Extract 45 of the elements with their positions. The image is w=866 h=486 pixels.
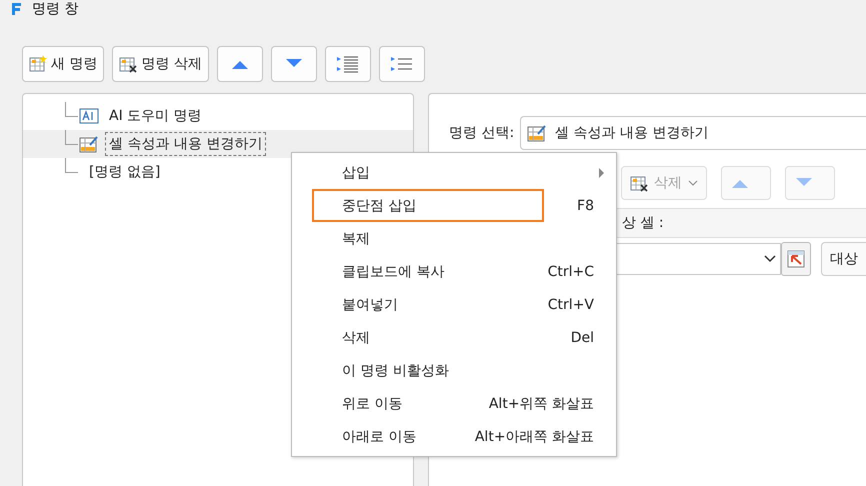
list-icon — [390, 55, 414, 73]
tree-connector — [65, 158, 78, 173]
tree-item[interactable]: AI 도우미 명령 — [23, 102, 413, 130]
new-command-button[interactable]: 새 명령 — [22, 46, 104, 82]
command-select-label: 명령 선택: — [449, 124, 514, 142]
menu-item[interactable]: 이 명령 비활성화 — [292, 354, 616, 387]
move-down-icon — [284, 59, 304, 69]
move-up-button[interactable] — [216, 46, 263, 82]
tree-connector — [65, 130, 78, 145]
edit-table-icon — [527, 124, 548, 142]
command-select-field[interactable]: 셀 속성과 내용 변경하기 — [520, 116, 866, 150]
tree-item-label: 셀 속성과 내용 변경하기 — [105, 132, 266, 156]
new-table-icon — [29, 55, 47, 73]
chevron-icon — [688, 180, 698, 186]
delete-table-icon — [630, 174, 648, 192]
cell-picker-icon — [787, 250, 805, 268]
app-logo-icon — [10, 3, 22, 15]
indent-button[interactable] — [324, 46, 371, 82]
menu-item[interactable]: 붙여넣기 Ctrl+V — [292, 288, 616, 321]
move-down-button[interactable] — [270, 46, 317, 82]
menu-item[interactable]: 아래로 이동 Alt+아래쪽 화살표 — [292, 420, 616, 453]
menu-item[interactable]: 위로 이동 Alt+위쪽 화살표 — [292, 387, 616, 420]
chevron-icon — [764, 255, 776, 263]
menu-item[interactable]: 중단점 삽입 F8 — [292, 189, 616, 222]
window-title: 명령 창 — [32, 0, 78, 18]
list-button[interactable] — [378, 46, 425, 82]
assistant-icon — [79, 107, 99, 125]
delete-command-button[interactable]: 명령 삭제 — [112, 46, 209, 82]
target-button[interactable]: 대상 — [821, 242, 866, 276]
delete-table-icon — [119, 55, 138, 73]
tree-connector — [65, 102, 78, 117]
menu-item[interactable]: 복제 — [292, 222, 616, 255]
target-cell-header: 상 셀 : — [622, 214, 664, 232]
menu-item[interactable]: 삭제 Del — [292, 321, 616, 354]
tree-item[interactable]: 셀 속성과 내용 변경하기 — [23, 130, 413, 158]
tree-item-label: AI 도우미 명령 — [108, 107, 203, 126]
move-up-icon — [230, 59, 250, 69]
indent-list-icon — [336, 55, 360, 73]
menu-item[interactable]: 삽입 — [292, 156, 616, 189]
move-down-icon — [794, 178, 814, 188]
edit-table-icon — [79, 135, 99, 153]
tree-item-label: [명령 없음] — [88, 163, 162, 182]
cell-picker-button[interactable] — [781, 242, 811, 276]
move-up-icon — [730, 178, 750, 188]
menu-item[interactable]: 클립보드에 복사 Ctrl+C — [292, 255, 616, 288]
